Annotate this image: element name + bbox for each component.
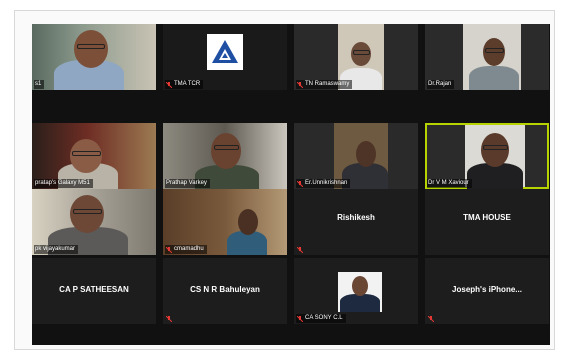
participant-name: CA P SATHEESAN — [59, 285, 129, 294]
participant-name: CS N R Bahuleyan — [190, 285, 260, 294]
muted-mic-icon — [166, 246, 172, 253]
muted-mic-icon — [297, 180, 303, 187]
participant-name-tag: pratap's Galaxy M51 — [34, 179, 93, 188]
participant-name: cmamadhu — [174, 246, 204, 252]
participant-tile-8-active-speaker[interactable]: Dr V M Xaviour — [425, 123, 549, 189]
participant-name-tag: Er.Unnikrishnan — [296, 179, 351, 188]
participant-name: TMA TCR — [174, 81, 201, 87]
video-meeting-grid: s1 TMA TCR TN Ramaswamy Dr.Rajan pratap'… — [32, 24, 550, 345]
participant-name: TN Ramaswamy — [305, 81, 350, 87]
participant-tile-6[interactable]: Prathap Varkey — [163, 123, 287, 189]
participant-name: pratap's Galaxy M51 — [35, 180, 90, 186]
participant-tile-7[interactable]: Er.Unnikrishnan — [294, 123, 418, 189]
participant-tile-3[interactable]: TN Ramaswamy — [294, 24, 418, 90]
participant-tile-5[interactable]: pratap's Galaxy M51 — [32, 123, 156, 189]
participant-tile-16[interactable]: Joseph's iPhone... — [425, 258, 549, 324]
participant-name: Joseph's iPhone... — [452, 285, 522, 294]
participant-name: TMA HOUSE — [463, 213, 511, 222]
participant-name-tag: pk vijayakumar — [34, 245, 79, 254]
participant-name: Er.Unnikrishnan — [305, 180, 348, 186]
muted-mic-icon — [297, 315, 303, 322]
participant-name-tag: TMA TCR — [165, 80, 204, 89]
muted-mic-icon — [297, 81, 303, 88]
participant-name: s1 — [35, 81, 42, 87]
participant-name: pk vijayakumar — [35, 246, 76, 252]
participant-name-tag: cmamadhu — [165, 245, 207, 254]
participant-tile-14[interactable]: CS N R Bahuleyan — [163, 258, 287, 324]
participant-video — [32, 24, 156, 90]
participant-tile-13[interactable]: CA P SATHEESAN — [32, 258, 156, 324]
participant-name-tag: TN Ramaswamy — [296, 80, 353, 89]
participant-tile-9[interactable]: pk vijayakumar — [32, 189, 156, 255]
participant-tile-4[interactable]: Dr.Rajan — [425, 24, 549, 90]
participant-name: CA SONY C.L — [305, 315, 343, 321]
muted-mic-icon — [297, 247, 303, 253]
participant-tile-1[interactable]: s1 — [32, 24, 156, 90]
participant-tile-12[interactable]: TMA HOUSE — [425, 189, 549, 255]
muted-mic-icon — [428, 316, 434, 322]
participant-tile-15[interactable]: CA SONY C.L — [294, 258, 418, 324]
muted-mic-icon — [166, 81, 172, 88]
participant-name: Prathap Varkey — [166, 180, 207, 186]
participant-name-tag: s1 — [34, 80, 45, 89]
logo-triangle-icon — [212, 40, 238, 63]
participant-tile-11[interactable]: Rishikesh — [294, 189, 418, 255]
participant-name-tag: Prathap Varkey — [165, 179, 210, 188]
participant-tile-2[interactable]: TMA TCR — [163, 24, 287, 90]
participant-name: Rishikesh — [337, 213, 375, 222]
participant-name: Dr V M Xaviour — [428, 180, 469, 186]
participant-name: Dr.Rajan — [428, 81, 452, 87]
tma-logo — [207, 34, 243, 70]
participant-tile-10[interactable]: cmamadhu — [163, 189, 287, 255]
participant-name-tag: Dr.Rajan — [427, 80, 455, 89]
muted-mic-icon — [166, 316, 172, 322]
participant-name-tag: CA SONY C.L — [296, 314, 346, 323]
participant-name-tag: Dr V M Xaviour — [427, 179, 472, 188]
